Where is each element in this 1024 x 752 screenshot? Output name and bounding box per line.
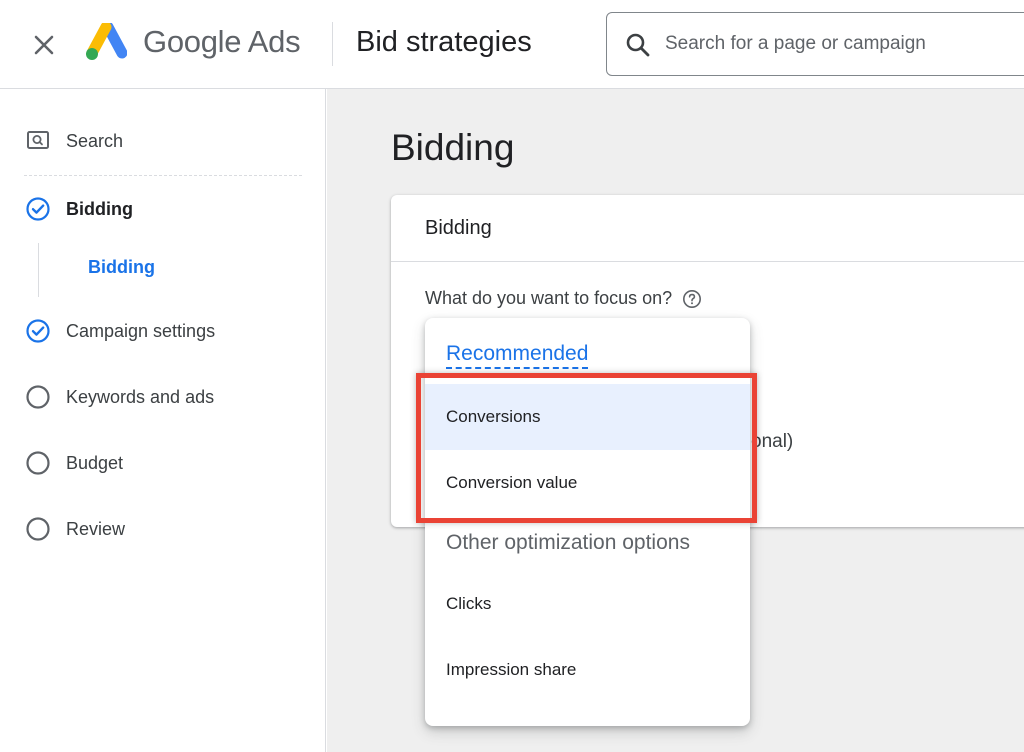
- menu-group-recommended: Recommended: [446, 342, 589, 369]
- partially-hidden-text: onal): [751, 431, 794, 452]
- sidebar-item-label: Search: [66, 130, 124, 151]
- sidebar-item-label: Bidding: [66, 198, 133, 219]
- sidebar-item-search[interactable]: Search: [24, 124, 123, 158]
- menu-group-other: Other optimization options: [446, 531, 690, 554]
- empty-circle-icon: [24, 383, 52, 411]
- app-header: Google Ads Bid strategies: [0, 0, 1024, 89]
- sidebar-item-label: Budget: [66, 452, 124, 473]
- check-circle-icon: [24, 195, 52, 223]
- focus-dropdown-menu: Recommended Conversions Conversion value…: [425, 318, 750, 726]
- search-input[interactable]: [665, 29, 1005, 59]
- page-title: Bid strategies: [356, 26, 532, 58]
- brand-name: Google Ads: [143, 24, 301, 59]
- empty-circle-icon: [24, 515, 52, 543]
- help-icon[interactable]: [682, 289, 702, 309]
- menu-item-conversion-value[interactable]: Conversion value: [425, 450, 750, 516]
- search-box-icon: [24, 127, 52, 155]
- empty-circle-icon: [24, 449, 52, 477]
- check-circle-icon: [24, 317, 52, 345]
- sidebar-item-review[interactable]: Review: [24, 512, 125, 546]
- sidebar: Search Bidding Bidding Campaign settings: [0, 89, 326, 752]
- search-icon: [626, 33, 650, 57]
- google-ads-logo-icon: [86, 23, 127, 60]
- page-heading: Bidding: [391, 127, 515, 168]
- sidebar-subitem-bidding[interactable]: Bidding: [88, 257, 155, 278]
- close-icon: [34, 35, 54, 55]
- close-button[interactable]: [26, 27, 62, 63]
- menu-item-impression-share[interactable]: Impression share: [425, 637, 750, 703]
- card-header: Bidding: [391, 195, 1024, 262]
- sidebar-item-campaign-settings[interactable]: Campaign settings: [24, 314, 215, 348]
- sidebar-item-label: Keywords and ads: [66, 386, 215, 407]
- sidebar-item-keywords-and-ads[interactable]: Keywords and ads: [24, 380, 214, 414]
- sidebar-item-label: Review: [66, 518, 126, 539]
- sidebar-item-label: Campaign settings: [66, 320, 216, 341]
- card-title: Bidding: [425, 217, 492, 239]
- focus-question: What do you want to focus on?: [425, 288, 702, 309]
- search-box[interactable]: [606, 12, 1024, 76]
- menu-item-conversions[interactable]: Conversions: [425, 384, 750, 450]
- header-divider: [332, 22, 333, 66]
- sidebar-substep-line: [38, 243, 39, 297]
- sidebar-item-budget[interactable]: Budget: [24, 446, 123, 480]
- menu-item-clicks[interactable]: Clicks: [425, 571, 750, 637]
- sidebar-item-bidding[interactable]: Bidding: [24, 192, 133, 226]
- focus-question-label: What do you want to focus on?: [425, 288, 673, 308]
- sidebar-divider: [24, 175, 302, 176]
